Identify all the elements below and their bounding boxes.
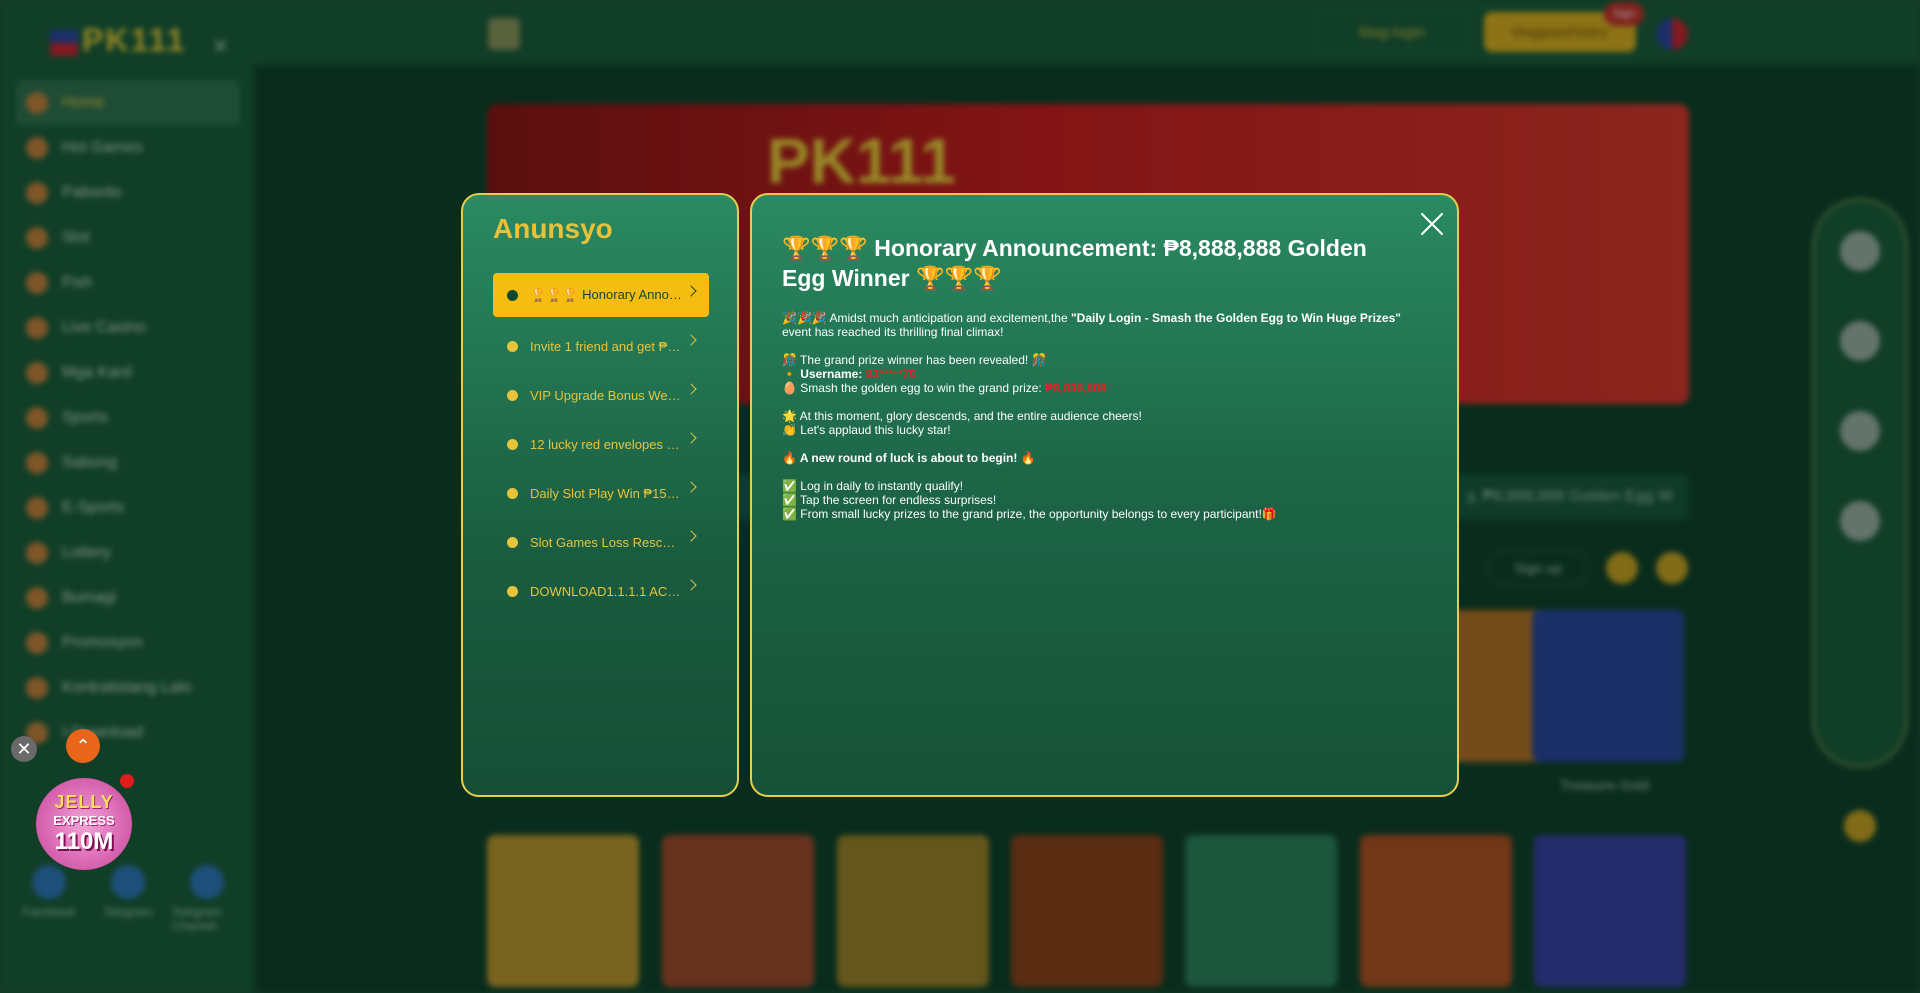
announcement-list-panel: Anunsyo 🏆🏆🏆 Honorary Announcement: ₱8,88…: [461, 193, 739, 797]
announcement-item[interactable]: Invite 1 friend and get ₱188: [493, 322, 709, 371]
small-prize-line: ✅ From small lucky prizes to the grand p…: [782, 507, 1277, 521]
chevron-right-icon: [685, 579, 697, 591]
bullet-dot-icon: [507, 289, 518, 301]
announcement-detail-panel: 🏆🏆🏆 Honorary Announcement: ₱8,888,888 Go…: [750, 193, 1459, 797]
notification-dot: [120, 774, 134, 788]
chevron-right-icon: [685, 383, 697, 395]
announcement-item[interactable]: VIP Upgrade Bonus Weekly: [493, 371, 709, 420]
bullet-dot-icon: [507, 537, 518, 548]
chevron-right-icon: [685, 334, 697, 346]
chevron-right-icon: [685, 285, 697, 297]
promo-close-button[interactable]: ✕: [11, 736, 37, 762]
announcement-item-label: 🏆🏆🏆 Honorary Announcement: ₱8,888,888 Go…: [530, 287, 682, 302]
promo-jelly-express[interactable]: JELLY EXPRESS 110M: [36, 778, 132, 870]
prize-line: 🥚 Smash the golden egg to win the grand …: [782, 381, 1107, 395]
promo-line-3: 110M: [54, 828, 114, 855]
article-body: 🎉🎉🎉 Amidst much anticipation and excitem…: [782, 311, 1432, 521]
chevron-right-icon: [685, 432, 697, 444]
promo-line-2: EXPRESS: [53, 813, 115, 828]
announcement-item[interactable]: Slot Games Loss Rescue Bonus: [493, 518, 709, 567]
promo-line-1: JELLY: [54, 792, 114, 812]
close-icon[interactable]: [1417, 209, 1447, 239]
new-round-line: 🔥 A new round of luck is about to begin!…: [782, 451, 1036, 465]
glory-line: 🌟 At this moment, glory descends, and th…: [782, 409, 1142, 423]
bullet-dot-icon: [507, 390, 518, 401]
announcement-item[interactable]: 12 lucky red envelopes daily: [493, 420, 709, 469]
announcement-item-label: Invite 1 friend and get ₱188: [530, 339, 682, 354]
bullet-dot-icon: [507, 341, 518, 352]
article-title: 🏆🏆🏆 Honorary Announcement: ₱8,888,888 Go…: [782, 235, 1367, 291]
announcement-item-label: Slot Games Loss Rescue Bonus: [530, 535, 682, 550]
bullet-dot-icon: [507, 439, 518, 450]
tap-line: ✅ Tap the screen for endless surprises!: [782, 493, 997, 507]
announcement-item[interactable]: Daily Slot Play Win ₱15,888: [493, 469, 709, 518]
username-line: 🔸 Username: 93*****76: [782, 367, 916, 381]
announcement-item[interactable]: 🏆🏆🏆 Honorary Announcement: ₱8,888,888 Go…: [493, 273, 709, 317]
revealed-line: 🎊 The grand prize winner has been reveal…: [782, 353, 1047, 367]
announcement-item-label: VIP Upgrade Bonus Weekly: [530, 388, 682, 403]
bullet-dot-icon: [507, 488, 518, 499]
chevron-right-icon: [685, 481, 697, 493]
intro-paragraph: 🎉🎉🎉 Amidst much anticipation and excitem…: [782, 311, 1401, 339]
scroll-up-button[interactable]: ⌃: [66, 729, 100, 763]
announcement-item-label: Daily Slot Play Win ₱15,888: [530, 486, 682, 501]
qualify-line: ✅ Log in daily to instantly qualify!: [782, 479, 964, 493]
panel-title: Anunsyo: [493, 213, 613, 244]
announcement-item[interactable]: DOWNLOAD1.1.1.1 ACCELERATOR: [493, 567, 709, 616]
announcement-list: 🏆🏆🏆 Honorary Announcement: ₱8,888,888 Go…: [493, 273, 709, 616]
announcement-item-label: 12 lucky red envelopes daily: [530, 437, 682, 452]
announcement-item-label: DOWNLOAD1.1.1.1 ACCELERATOR: [530, 584, 682, 599]
bullet-dot-icon: [507, 586, 518, 597]
chevron-right-icon: [685, 530, 697, 542]
applaud-line: 👏 Let's applaud this lucky star!: [782, 423, 951, 437]
